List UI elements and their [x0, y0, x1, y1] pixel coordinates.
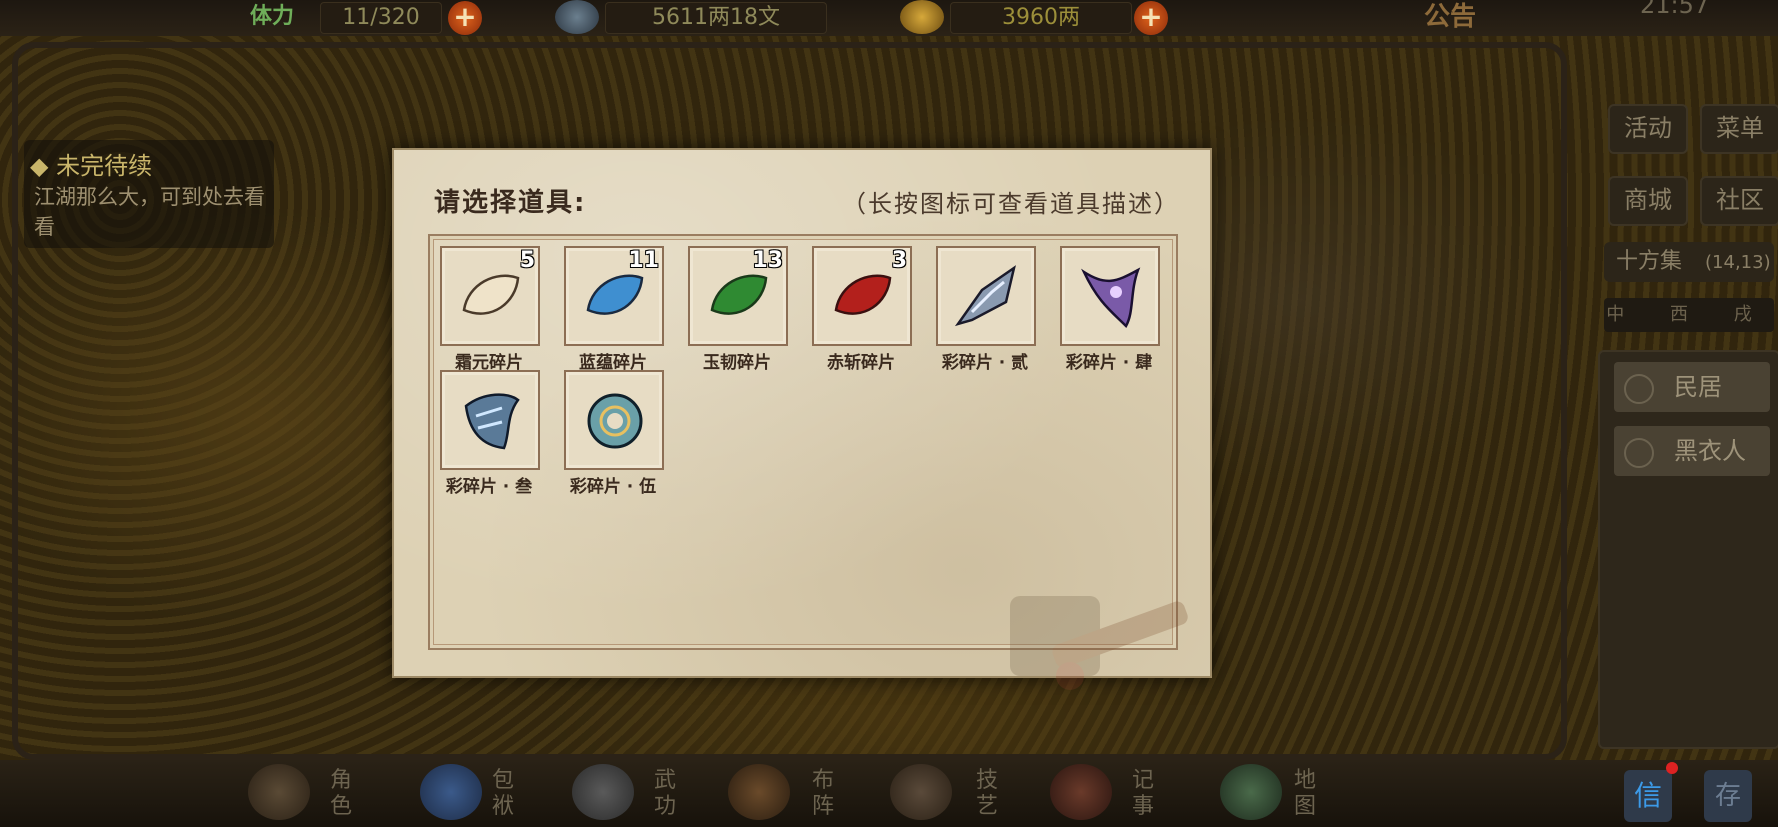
white-shard-icon	[462, 274, 520, 315]
item-slot-frost-shard[interactable]: 5	[440, 246, 540, 346]
item-name: 赤斩碎片	[827, 353, 895, 373]
item-slot-rainbow-fragment-3[interactable]	[440, 370, 540, 470]
martial-arts-books-icon[interactable]	[572, 764, 634, 820]
item-name: 玉韧碎片	[703, 353, 771, 373]
item-count: 5	[519, 248, 535, 273]
stamina-value: 11/320	[320, 2, 442, 34]
map-scroll-icon[interactable]	[1220, 764, 1282, 820]
gold-value: 3960两	[950, 2, 1132, 34]
nav-formation-label[interactable]: 布阵	[812, 768, 836, 820]
nav-journal-label[interactable]: 记事	[1132, 768, 1156, 820]
item-count: 3	[891, 248, 907, 273]
location-coords: (14,13)	[1705, 252, 1771, 273]
community-button[interactable]: 社区	[1700, 176, 1778, 226]
rainbow-claw-fragment-icon	[464, 393, 520, 450]
quest-title: ◆ 未完待续	[30, 152, 153, 180]
item-count: 13	[752, 248, 783, 273]
location-indicator: 十方集 (14,13)	[1604, 242, 1774, 282]
rainbow-ring-fragment-icon	[587, 393, 643, 449]
scroll-and-sword-watermark-icon	[1010, 596, 1188, 690]
npc-label: 黑衣人	[1674, 437, 1746, 465]
journal-icon[interactable]	[1050, 764, 1112, 820]
rainbow-hook-fragment-icon	[1081, 267, 1141, 329]
nav-character-label[interactable]: 角色	[330, 768, 354, 820]
clock: 21:57	[1640, 0, 1710, 19]
teapot-skills-icon[interactable]	[890, 764, 952, 820]
stamina-label: 体力	[250, 4, 295, 29]
notice-button[interactable]: 公告	[1424, 2, 1476, 32]
item-name: 彩碎片 · 肆	[1065, 353, 1153, 373]
character-icon[interactable]	[248, 764, 310, 820]
storage-button[interactable]: 存	[1704, 770, 1752, 822]
item-name: 彩碎片 · 叁	[445, 477, 533, 497]
add-gold-button[interactable]: +	[1134, 1, 1168, 35]
rainbow-blade-fragment-icon	[954, 265, 1016, 327]
inventory-bag-icon[interactable]	[420, 764, 482, 820]
house-icon	[1624, 374, 1654, 404]
item-grid: 5 霜元碎片 11 蓝蕴碎片 13 玉韧碎片 3 赤斩碎片 彩碎片 · 贰 彩碎…	[428, 234, 1188, 690]
dialog-title: 请选择道具:	[434, 188, 587, 218]
money-value: 5611两18文	[605, 2, 827, 34]
notification-dot	[1666, 762, 1678, 774]
person-icon	[1624, 438, 1654, 468]
quest-description: 江湖那么大，可到处去看看	[34, 185, 265, 239]
activity-button[interactable]: 活动	[1608, 104, 1688, 154]
item-name: 彩碎片 · 贰	[941, 353, 1029, 373]
item-slot-green-shard[interactable]: 13	[688, 246, 788, 346]
menu-button[interactable]: 菜单	[1700, 104, 1778, 154]
item-slot-rainbow-fragment-2[interactable]	[936, 246, 1036, 346]
add-stamina-button[interactable]: +	[448, 1, 482, 35]
item-slot-red-shard[interactable]: 3	[812, 246, 912, 346]
nav-martial-arts-label[interactable]: 武功	[654, 768, 678, 820]
npc-label: 民居	[1674, 373, 1722, 401]
npc-item-man-in-black[interactable]: 黑衣人	[1614, 426, 1770, 476]
bagua-formation-icon[interactable]	[728, 764, 790, 820]
item-slot-blue-shard[interactable]: 11	[564, 246, 664, 346]
item-slot-rainbow-fragment-5[interactable]	[564, 370, 664, 470]
item-slot-rainbow-fragment-4[interactable]	[1060, 246, 1160, 346]
mail-button[interactable]: 信	[1624, 770, 1672, 822]
gold-ingot-icon	[900, 0, 944, 34]
npc-item-residence[interactable]: 民居	[1614, 362, 1770, 412]
nav-skills-label[interactable]: 技艺	[976, 768, 1000, 820]
nav-inventory-label[interactable]: 包袱	[492, 768, 516, 820]
coin-purse-icon	[555, 0, 599, 34]
location-name: 十方集	[1616, 249, 1683, 274]
item-name: 彩碎片 · 伍	[569, 477, 657, 497]
dialog-hint: （长按图标可查看道具描述）	[842, 190, 1180, 218]
nav-map-label[interactable]: 地图	[1294, 768, 1318, 820]
item-count: 11	[628, 248, 659, 273]
red-shard-icon	[834, 274, 892, 315]
item-select-dialog: 请选择道具: （长按图标可查看道具描述） 5 霜元碎片 11 蓝蕴碎片 13 玉…	[392, 148, 1212, 690]
compass-strip: 中 西 戌	[1604, 298, 1774, 332]
mall-button[interactable]: 商城	[1608, 176, 1688, 226]
